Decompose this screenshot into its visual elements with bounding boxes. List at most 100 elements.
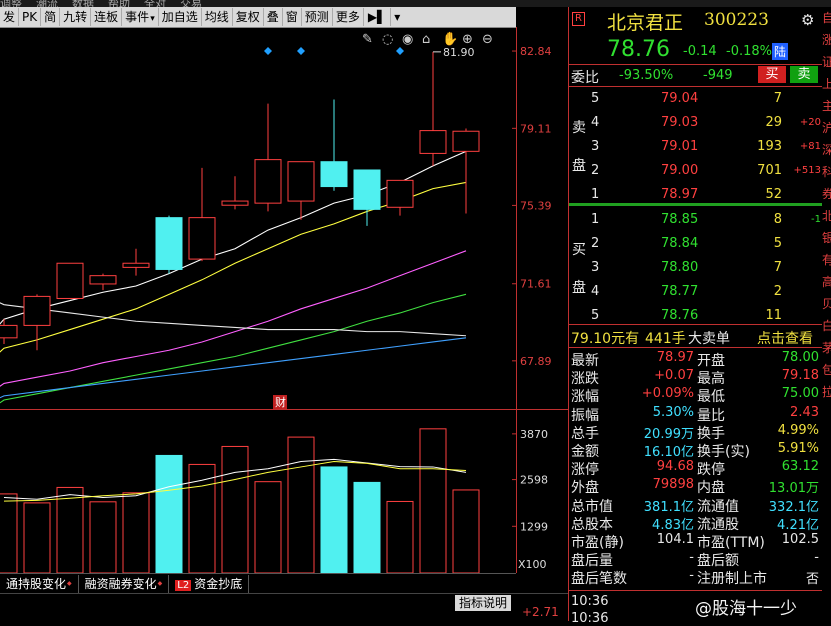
expand-icon[interactable]: ▶▌ — [364, 8, 392, 26]
chevron-down-icon[interactable]: ▾ — [391, 8, 403, 26]
indicator-help-button[interactable]: 指标说明 — [455, 595, 511, 611]
bid-level: 5 — [591, 308, 600, 323]
menu-item[interactable]: 调整 — [0, 0, 22, 7]
far-right-item[interactable]: 北 — [822, 205, 831, 227]
ask-level: 5 — [591, 91, 600, 106]
volume-bar — [155, 454, 183, 573]
price-chart[interactable]: 82.84 79.11 75.39 71.61 67.89 81.90 财 ✎ ◌ ◉ ⌂ ✋ ⊕ ⊖ — [0, 27, 568, 410]
far-right-item[interactable]: 白 — [822, 315, 831, 337]
ask-price: 79.01 — [661, 139, 699, 154]
candle-body — [155, 217, 183, 270]
stat-value: 102.5 — [781, 532, 819, 547]
far-right-item[interactable]: 包 — [822, 359, 831, 381]
far-right-item[interactable]: 上 — [822, 73, 831, 95]
stock-connect-badge: 陆 — [772, 43, 789, 60]
stat-label: 流通股 — [697, 516, 739, 533]
toolbar-button[interactable]: 加自选 — [159, 8, 202, 26]
far-right-item[interactable]: 自 — [822, 7, 831, 29]
hand-icon[interactable]: ✋ — [442, 31, 458, 47]
zoom-out-icon[interactable]: ⊖ — [482, 32, 493, 47]
ask-price: 79.03 — [661, 115, 699, 130]
candle-body — [287, 161, 315, 202]
sell-button[interactable]: 卖 — [790, 66, 818, 83]
ask-change: +81 — [799, 141, 821, 152]
finance-event-label: 财 — [275, 395, 286, 409]
volume-bar — [221, 445, 249, 573]
bid-level: 1 — [591, 212, 600, 227]
far-right-item[interactable]: 科 — [822, 161, 831, 183]
menu-item[interactable]: 交易 — [180, 0, 202, 7]
ask-level: 2 — [591, 163, 600, 178]
stat-value: 2.43 — [790, 404, 819, 420]
bid-price: 78.76 — [661, 308, 699, 323]
tick-time-2: 10:36 — [571, 611, 609, 626]
volume-bar — [452, 489, 480, 573]
far-right-item[interactable]: 茅 — [822, 337, 831, 359]
lock-icon[interactable]: ⌂ — [422, 32, 430, 47]
toolbar-button[interactable]: 发 — [0, 8, 20, 26]
volume-chart[interactable]: 3870 2598 1299 X100 — [0, 410, 568, 573]
bid-volume: 7 — [773, 260, 782, 275]
stat-value: 381.1亿 — [643, 499, 694, 515]
big-order-link[interactable]: 点击查看 — [757, 328, 813, 348]
ask-level: 4 — [591, 115, 600, 130]
stat-value: 79898 — [652, 477, 694, 493]
bid-price: 78.85 — [661, 212, 699, 227]
bid-volume: 11 — [765, 308, 782, 323]
toolbar-button[interactable]: 九转 — [60, 8, 92, 26]
stat-value: 332.1亿 — [768, 499, 819, 515]
indicator-tab[interactable]: L2 资金抄底 — [169, 574, 250, 593]
far-right-item[interactable]: 有 — [822, 249, 831, 271]
current-price: 78.76 — [607, 37, 670, 62]
pencil-icon[interactable]: ✎ — [362, 32, 373, 47]
gear-icon[interactable]: ⚙ — [801, 11, 814, 29]
volume-bar — [89, 501, 117, 573]
toolbar-button[interactable]: 均线 — [202, 8, 233, 26]
toolbar-button[interactable]: 事件 — [122, 8, 159, 26]
toolbar-button[interactable]: 复权 — [233, 8, 264, 26]
ask-change: +513 — [793, 165, 821, 176]
candle-body — [23, 295, 51, 326]
stat-label: 跌停 — [697, 462, 725, 479]
menu-item[interactable]: 全对 — [144, 0, 166, 7]
toolbar-button[interactable]: 预测 — [302, 8, 333, 26]
far-right-item[interactable]: 贝 — [822, 293, 831, 315]
menu-item[interactable]: 潮流 — [36, 0, 58, 7]
volume-bar — [23, 502, 51, 573]
tick-time-1: 10:36 — [571, 594, 609, 609]
far-right-item[interactable]: 涨 — [822, 29, 831, 51]
far-right-item[interactable]: 拉 — [822, 381, 831, 403]
stat-label: 涨跌 — [571, 371, 599, 388]
far-right-item[interactable]: 深 — [822, 139, 831, 161]
far-right-item[interactable]: 证 — [822, 51, 831, 73]
far-right-item[interactable]: 主 — [822, 95, 831, 117]
buy-button[interactable]: 买 — [758, 66, 786, 83]
price-tick-label: 67.89 — [520, 355, 552, 368]
eye-icon[interactable]: ◉ — [402, 32, 413, 47]
toolbar-button[interactable]: 叠 — [264, 8, 283, 26]
indicator-tab[interactable]: 通持股变化 — [0, 574, 79, 593]
far-right-item[interactable]: 沪 — [822, 117, 831, 139]
lasso-icon[interactable]: ◌ — [382, 32, 393, 47]
far-right-item[interactable]: 银 — [822, 227, 831, 249]
price-change: -0.14 — [683, 44, 717, 59]
menu-item[interactable]: 数据 — [72, 0, 94, 7]
toolbar-button[interactable]: 窗 — [283, 8, 302, 26]
toolbar-button[interactable]: PK — [19, 8, 42, 26]
high-annotation-label: 81.90 — [443, 46, 475, 59]
quote-panel: R 北京君正 300223 ⚙ 78.76 -0.14 -0.18% 陆 委比 … — [568, 7, 822, 626]
stock-code: 300223 — [704, 10, 769, 30]
ask-price: 78.97 — [661, 187, 699, 202]
stat-value: 63.12 — [781, 459, 819, 475]
volume-bar — [353, 481, 381, 573]
far-right-item[interactable]: 券 — [822, 183, 831, 205]
toolbar-button[interactable]: 简 — [41, 8, 61, 26]
toolbar-button[interactable]: 连板 — [91, 8, 123, 26]
indicator-tab[interactable]: 融资融券变化 — [79, 574, 170, 593]
menu-item[interactable]: 帮助 — [108, 0, 130, 7]
far-right-item[interactable]: 高 — [822, 271, 831, 293]
toolbar-button[interactable]: 更多 — [333, 8, 364, 26]
zoom-in-icon[interactable]: ⊕ — [462, 32, 473, 47]
ask-side-label-1: 卖 — [572, 120, 586, 136]
big-order-volume: 441手 — [645, 331, 686, 347]
